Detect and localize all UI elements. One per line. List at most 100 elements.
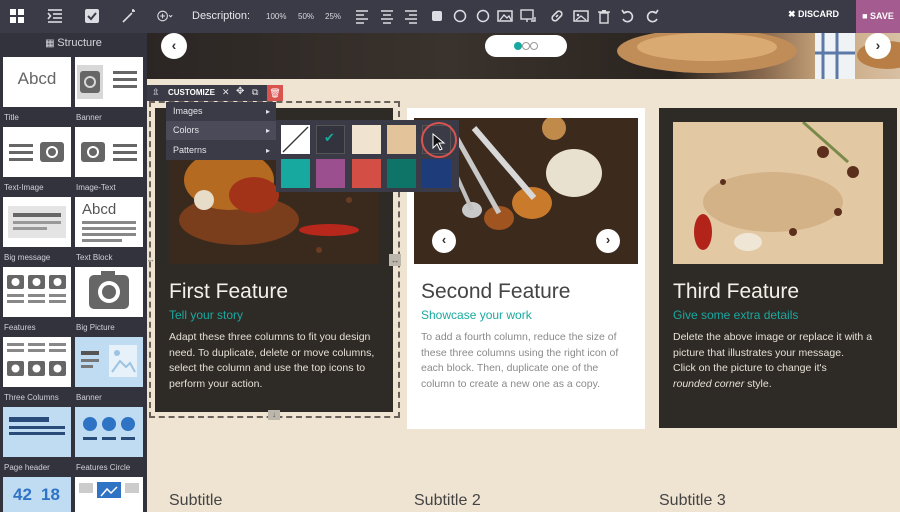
circle-shape-icon[interactable] bbox=[452, 8, 468, 24]
card-body-text: Delete the above image or replace it wit… bbox=[673, 331, 873, 359]
picture-icon bbox=[81, 345, 137, 377]
menu-item-images[interactable]: Images ▸ bbox=[166, 102, 276, 121]
picture-icon[interactable] bbox=[573, 8, 589, 24]
circles-icon bbox=[83, 417, 135, 440]
swatch-tan[interactable] bbox=[387, 125, 416, 154]
zoom-50-button[interactable]: 50% bbox=[298, 12, 314, 21]
close-customize-icon[interactable]: ✕ bbox=[222, 87, 230, 98]
snippet-features-circle[interactable] bbox=[75, 407, 143, 457]
big-message-preview bbox=[8, 206, 66, 238]
card-body: To add a fourth column, reduce the size … bbox=[421, 331, 619, 390]
snippet-banner[interactable] bbox=[75, 57, 143, 107]
menu-item-patterns[interactable]: Patterns ▸ bbox=[166, 141, 276, 160]
menu-item-colors[interactable]: Colors ▸ bbox=[166, 121, 276, 140]
snippet-page-header[interactable] bbox=[3, 407, 71, 457]
swatch-dark-teal[interactable] bbox=[387, 159, 416, 188]
chevron-right-icon: › bbox=[875, 37, 881, 53]
snippet-banner-2[interactable] bbox=[75, 337, 143, 387]
layout-grid-icon[interactable] bbox=[9, 8, 25, 24]
camera-icon bbox=[7, 275, 66, 303]
chevron-right-icon: ▸ bbox=[265, 107, 270, 116]
customize-button[interactable]: CUSTOMIZE bbox=[168, 88, 215, 97]
align-left-icon[interactable] bbox=[354, 8, 370, 24]
snippets-sidebar: ▦ Structure Abcd Title Banner Text-Image… bbox=[0, 33, 147, 512]
menu-item-label: Patterns bbox=[173, 145, 207, 155]
section-subtitle-3: Subtitle 3 bbox=[659, 492, 726, 509]
snippet-three-columns[interactable] bbox=[3, 337, 71, 387]
card-subtitle: Tell your story bbox=[169, 308, 244, 322]
align-center-icon[interactable] bbox=[379, 8, 395, 24]
card-body-text: Click on the picture to change it's bbox=[673, 362, 827, 374]
snippet-image-text[interactable] bbox=[75, 127, 143, 177]
snippet-title-preview: Abcd bbox=[17, 69, 57, 88]
upload-icon[interactable]: ⇫ bbox=[152, 87, 160, 98]
carousel-next-button[interactable]: › bbox=[865, 33, 891, 59]
snippet-label: Page header bbox=[4, 463, 50, 472]
snippet-label: Text-Image bbox=[4, 183, 44, 192]
card-subtitle: Showcase your work bbox=[421, 308, 532, 322]
resize-left-handle[interactable]: ↔ bbox=[146, 254, 156, 266]
snippet-text-image[interactable] bbox=[3, 127, 71, 177]
save-button[interactable]: ■ SAVE bbox=[856, 0, 900, 33]
square-shape-icon[interactable] bbox=[429, 8, 445, 24]
snippet-label: Big message bbox=[4, 253, 51, 262]
undo-icon[interactable] bbox=[620, 8, 636, 24]
zoom-25-button[interactable]: 25% bbox=[325, 12, 341, 21]
duplicate-icon[interactable]: ⧉ bbox=[252, 87, 258, 98]
feature-card-3[interactable]: Third Feature Give some extra details De… bbox=[659, 108, 897, 428]
circle-outline-icon[interactable] bbox=[475, 8, 491, 24]
indent-list-icon[interactable] bbox=[47, 8, 63, 24]
swatch-navy[interactable] bbox=[422, 159, 451, 188]
snippet-label: Features bbox=[4, 323, 36, 332]
snippet-big-picture[interactable] bbox=[75, 267, 143, 317]
spices-rounded-image[interactable] bbox=[673, 122, 883, 264]
snippet-features[interactable] bbox=[3, 267, 71, 317]
zoom-100-button[interactable]: 100% bbox=[266, 12, 286, 21]
snippet-numbers[interactable]: 42 18 bbox=[3, 477, 71, 512]
check-icon: ✔ bbox=[324, 130, 335, 145]
delete-block-icon[interactable]: 🗑 bbox=[267, 85, 283, 101]
snippet-label: Big Picture bbox=[76, 323, 115, 332]
align-right-icon[interactable] bbox=[403, 8, 419, 24]
trash-icon[interactable] bbox=[596, 8, 612, 24]
snippet-text-block[interactable]: Abcd bbox=[75, 197, 143, 247]
snippet-label: Image-Text bbox=[76, 183, 116, 192]
swatch-dark-selected[interactable]: ✔ bbox=[316, 125, 345, 154]
text-lines-icon bbox=[82, 221, 136, 242]
section-subtitle-1: Subtitle bbox=[169, 492, 223, 509]
snippet-gallery[interactable] bbox=[75, 477, 143, 512]
swatch-red[interactable] bbox=[352, 159, 381, 188]
camera-icon bbox=[81, 142, 137, 162]
customize-menu: Images ▸ Colors ▸ Patterns ▸ bbox=[166, 102, 276, 160]
discard-button[interactable]: ✖ DISCARD bbox=[788, 9, 839, 20]
swatch-cream[interactable] bbox=[352, 125, 381, 154]
image-icon[interactable] bbox=[497, 8, 513, 24]
section-subtitle-2: Subtitle 2 bbox=[414, 492, 481, 509]
snippet-title[interactable]: Abcd bbox=[3, 57, 71, 107]
redo-icon[interactable] bbox=[644, 8, 660, 24]
link-icon[interactable] bbox=[549, 8, 565, 24]
snippet-label: Title bbox=[4, 113, 19, 122]
magic-wand-icon[interactable] bbox=[121, 8, 137, 24]
swatch-teal[interactable] bbox=[281, 159, 310, 188]
indicator-dot[interactable] bbox=[522, 42, 530, 50]
indicator-dot[interactable] bbox=[530, 42, 538, 50]
swatch-purple[interactable] bbox=[316, 159, 345, 188]
menu-item-label: Images bbox=[173, 106, 203, 116]
indicator-dot-active[interactable] bbox=[514, 42, 522, 50]
checkbox-icon[interactable] bbox=[84, 8, 100, 24]
resize-bottom-handle[interactable]: ↓ bbox=[268, 410, 280, 420]
carousel-prev-button[interactable]: ‹ bbox=[161, 33, 187, 59]
card-body: Adapt these three columns to fit you des… bbox=[169, 331, 375, 390]
resize-right-handle[interactable]: ↔ bbox=[389, 254, 401, 266]
structure-header: ▦ Structure bbox=[45, 37, 102, 49]
card-body-emphasis: rounded corner bbox=[673, 377, 745, 390]
screen-resize-icon[interactable] bbox=[520, 8, 536, 24]
snippet-big-message[interactable] bbox=[3, 197, 71, 247]
image-next-button[interactable]: › bbox=[596, 229, 620, 253]
add-block-icon[interactable] bbox=[157, 8, 177, 24]
move-icon[interactable]: ✥ bbox=[236, 86, 244, 97]
grid-icon: ▦ bbox=[45, 38, 58, 49]
swatch-none[interactable] bbox=[281, 125, 310, 154]
image-prev-button[interactable]: ‹ bbox=[432, 229, 456, 253]
